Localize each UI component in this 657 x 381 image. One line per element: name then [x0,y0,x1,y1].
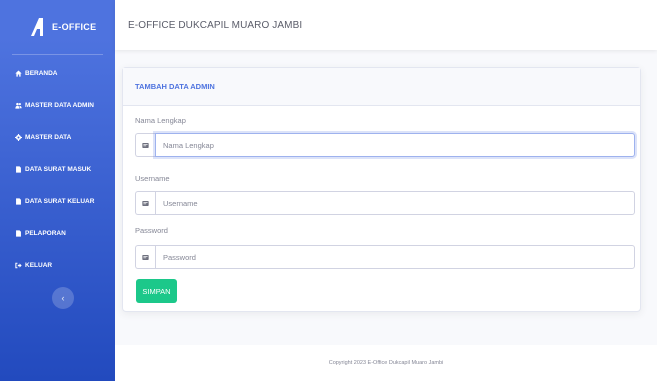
sidebar-item-beranda[interactable]: BERANDA [0,57,115,89]
card-header: TAMBAH DATA ADMIN [123,68,640,106]
sidebar-item-label: DATA SURAT MASUK [25,165,92,173]
users-icon [14,101,22,109]
chevron-left-icon: ‹ [61,293,65,303]
card-title: TAMBAH DATA ADMIN [135,82,215,91]
sidebar-item-label: MASTER DATA ADMIN [25,101,94,109]
sidebar-toggle-button[interactable]: ‹ [52,287,74,309]
sidebar-item-label: MASTER DATA [25,133,72,141]
sidebar-item-master-data-admin[interactable]: MASTER DATA ADMIN [0,89,115,121]
brand-name: E-OFFICE [52,22,97,32]
brand[interactable]: E-OFFICE [0,0,115,54]
sidebar: E-OFFICE BERANDA MASTER DATA ADMIN MASTE… [0,0,115,381]
home-icon [14,69,22,77]
sidebar-item-label: DATA SURAT KELUAR [25,197,95,205]
full-name-label: Nama Lengkap [135,116,186,125]
id-card-icon [135,245,155,269]
sidebar-item-label: BERANDA [25,69,58,77]
file-icon [14,197,22,205]
sign-out-icon [14,261,22,269]
password-label: Password [135,226,168,235]
username-group [135,191,635,215]
gear-icon [14,133,22,141]
full-name-input[interactable] [155,133,635,157]
sidebar-item-label: KELUAR [25,261,53,269]
sidebar-item-label: PELAPORAN [25,229,66,237]
sidebar-item-keluar[interactable]: KELUAR [0,249,115,281]
page-title: E-OFFICE DUKCAPIL MUARO JAMBI [128,19,303,31]
file-icon [14,229,22,237]
sidebar-item-data-surat-masuk[interactable]: DATA SURAT MASUK [0,153,115,185]
id-card-icon [135,133,155,157]
topbar: E-OFFICE DUKCAPIL MUARO JAMBI [115,0,657,50]
copyright-text: Copyright 2023 E-Office Dukcapil Muaro J… [328,360,444,366]
sidebar-nav: BERANDA MASTER DATA ADMIN MASTER DATA DA… [0,55,115,281]
id-card-icon [135,191,155,215]
add-admin-card: TAMBAH DATA ADMIN Nama Lengkap Username … [122,67,641,312]
footer: Copyright 2023 E-Office Dukcapil Muaro J… [115,345,657,381]
sidebar-item-pelaporan[interactable]: PELAPORAN [0,217,115,249]
full-name-group [135,133,635,157]
username-input[interactable] [155,191,635,215]
save-button[interactable]: SIMPAN [136,279,177,303]
username-label: Username [135,174,170,183]
password-input[interactable] [155,245,635,269]
rocket-logo-icon [31,18,43,36]
password-group [135,245,635,269]
sidebar-item-data-surat-keluar[interactable]: DATA SURAT KELUAR [0,185,115,217]
sidebar-item-master-data[interactable]: MASTER DATA [0,121,115,153]
file-icon [14,165,22,173]
